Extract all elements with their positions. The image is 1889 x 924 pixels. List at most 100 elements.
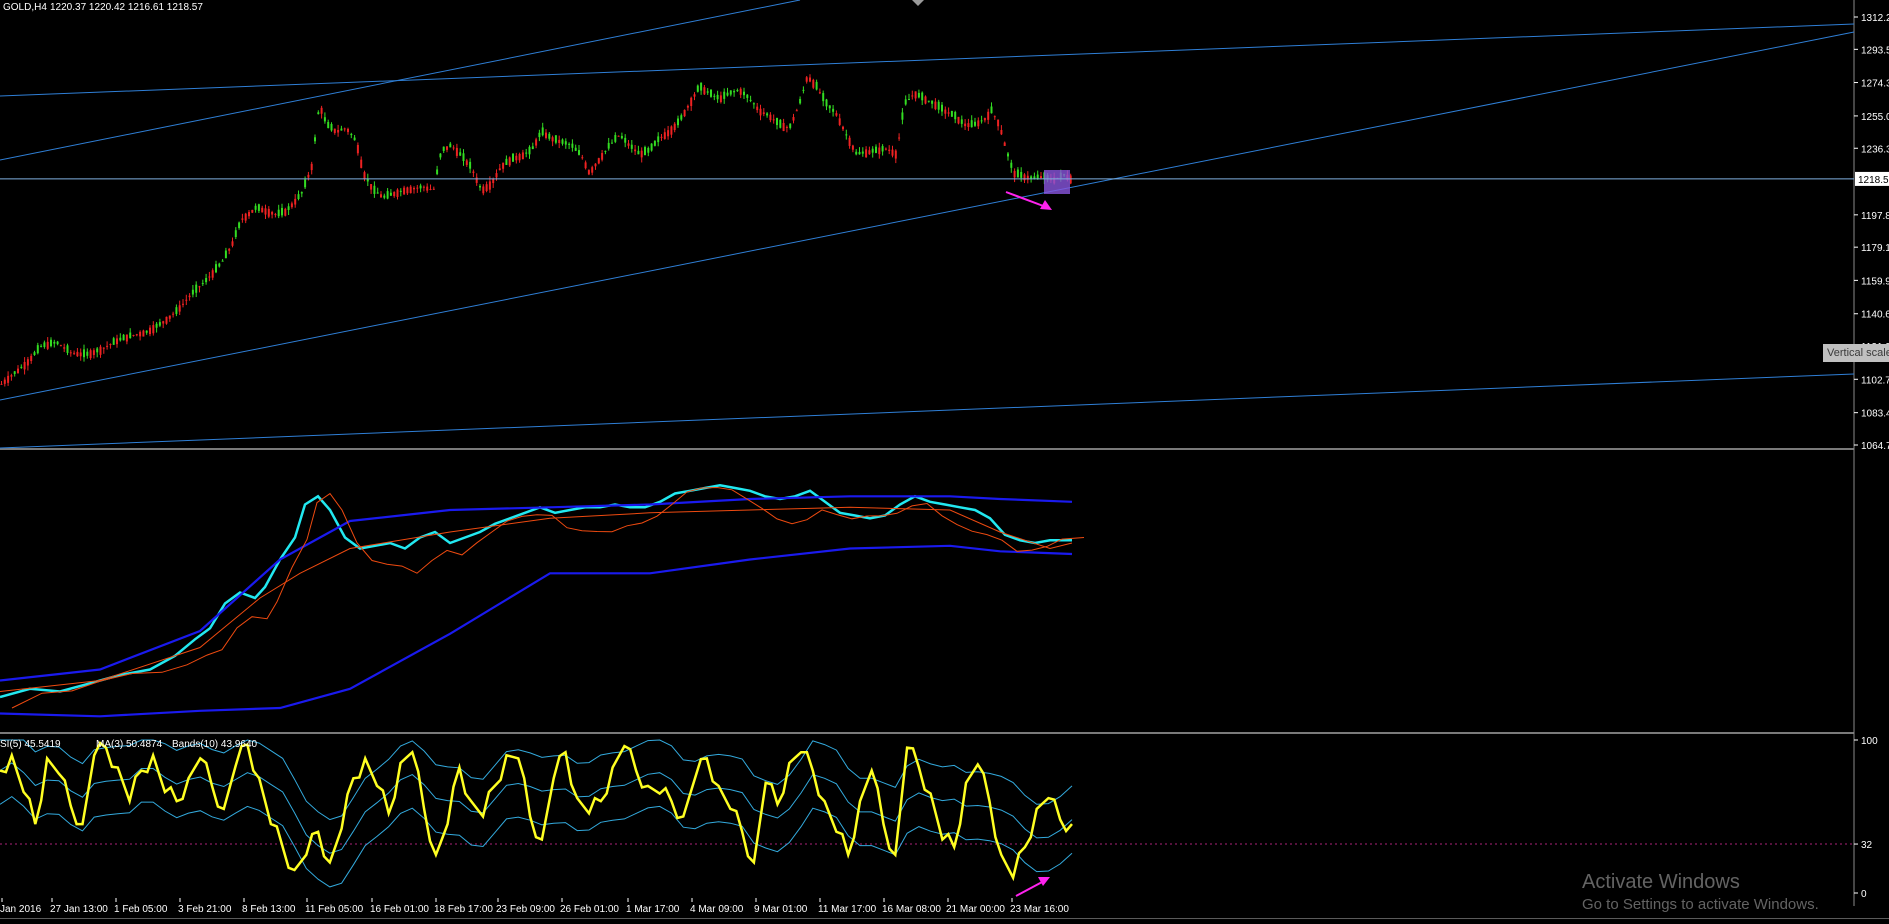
time-tick-label: 11 Feb 05:00 (305, 904, 364, 915)
bear-candle (396, 189, 399, 197)
rsi-tick-label: 32 (1861, 840, 1873, 851)
current-price-label: 1218.57 (1858, 175, 1889, 186)
price-tick-label: 1255.0 (1861, 112, 1889, 123)
bear-candle (492, 178, 495, 184)
chart-shift-marker[interactable] (912, 0, 924, 6)
bull-candle (479, 185, 481, 188)
bull-candle (277, 209, 280, 217)
bear-candle (957, 116, 960, 124)
bull-candle (554, 135, 557, 143)
bull-candle (766, 113, 769, 116)
bull-candle (122, 334, 125, 341)
bull-candle (723, 91, 726, 99)
bear-candle (1040, 176, 1042, 179)
bear-candle (782, 122, 785, 132)
bear-candle (818, 92, 821, 94)
bear-candle (168, 315, 171, 319)
bear-candle (333, 128, 336, 133)
bear-candle (535, 139, 538, 146)
bear-candle (518, 153, 521, 161)
bear-candle (89, 350, 92, 359)
symbol-label: GOLD,H4 (3, 2, 47, 13)
bull-candle (637, 150, 640, 155)
time-axis[interactable]: Jan 2016 27 Jan 13:00 1 Feb 05:00 3 Feb 21:… (0, 898, 1069, 915)
bull-candle (1010, 162, 1013, 168)
bear-candle (587, 170, 590, 175)
bull-candle (462, 153, 465, 162)
mt4-chart-window[interactable]: 1312.2 1293.5 1274.3 1255.0 1236.3 1218.57 119… (0, 0, 1889, 924)
rsi-indicator-panel (0, 739, 1854, 888)
bear-candle (403, 187, 406, 195)
bull-candle (680, 115, 683, 120)
bear-candle (792, 117, 795, 121)
bull-candle (53, 341, 56, 344)
trendlines[interactable] (0, 0, 1855, 449)
bear-candle (79, 352, 82, 357)
bull-candle (746, 94, 749, 98)
bear-candle (591, 167, 594, 173)
bull-candle (561, 139, 564, 144)
bull-candle (729, 90, 732, 95)
bull-candle (83, 349, 85, 358)
bull-candle (119, 337, 122, 341)
time-tick-label: 16 Feb 01:00 (370, 904, 429, 915)
bull-candle (419, 185, 422, 189)
bear-candle (162, 321, 165, 324)
bull-candle (323, 117, 326, 122)
bear-candle (924, 96, 927, 104)
bear-candle (102, 347, 105, 349)
bear-candle (248, 212, 250, 217)
time-tick-label: 23 Mar 16:00 (1010, 904, 1069, 915)
bull-candle (399, 190, 402, 192)
bull-candle (304, 179, 307, 188)
bear-candle (805, 77, 808, 82)
bear-candle (406, 187, 409, 194)
bull-candle (350, 133, 353, 136)
bear-candle (809, 77, 811, 82)
bear-candle (640, 150, 643, 158)
trendline-4 (0, 373, 1855, 449)
bear-candle (294, 198, 297, 205)
bear-candle (545, 132, 547, 138)
bull-candle (221, 260, 224, 262)
bear-candle (475, 177, 478, 183)
bull-candle (287, 206, 290, 210)
bull-candle (828, 105, 831, 109)
bear-candle (690, 97, 693, 107)
horizontal-scrollbar[interactable] (0, 918, 1889, 924)
bull-candle (257, 204, 260, 211)
bear-candle (851, 145, 854, 150)
bear-candle (182, 303, 184, 305)
bull-candle (505, 158, 508, 165)
bear-candle (1000, 130, 1003, 135)
bear-candle (993, 116, 996, 118)
annotations[interactable] (1005, 170, 1070, 897)
bull-candle (706, 91, 709, 93)
chart-canvas[interactable]: 1312.2 1293.5 1274.3 1255.0 1236.3 1218.57 119… (0, 0, 1889, 924)
bull-candle (799, 98, 802, 104)
bull-candle (901, 112, 904, 120)
bull-candle (40, 345, 43, 347)
bull-candle (386, 191, 389, 199)
bull-candle (330, 123, 333, 131)
price-tick-label: 1312.2 (1861, 13, 1889, 24)
bear-candle (663, 132, 666, 139)
bull-candle (442, 146, 445, 151)
rsi-band-lower (0, 795, 1073, 888)
bull-candle (1016, 169, 1019, 178)
bull-candle (376, 192, 379, 194)
bear-candle (495, 173, 498, 178)
bull-candle (650, 143, 653, 151)
divergence-arrow-rsi (1015, 880, 1045, 897)
bear-candle (261, 207, 264, 213)
bull-candle (604, 150, 607, 152)
bear-candle (898, 137, 901, 139)
bear-candle (452, 147, 455, 149)
bull-candle (677, 118, 679, 126)
bull-candle (13, 371, 16, 374)
bear-candle (30, 355, 33, 362)
bear-candle (769, 114, 772, 121)
divergence-arrowhead-rsi (1038, 877, 1050, 886)
price-axis[interactable]: 1312.2 1293.5 1274.3 1255.0 1236.3 1218.57 119… (0, 13, 1889, 452)
bear-candle (139, 331, 142, 337)
